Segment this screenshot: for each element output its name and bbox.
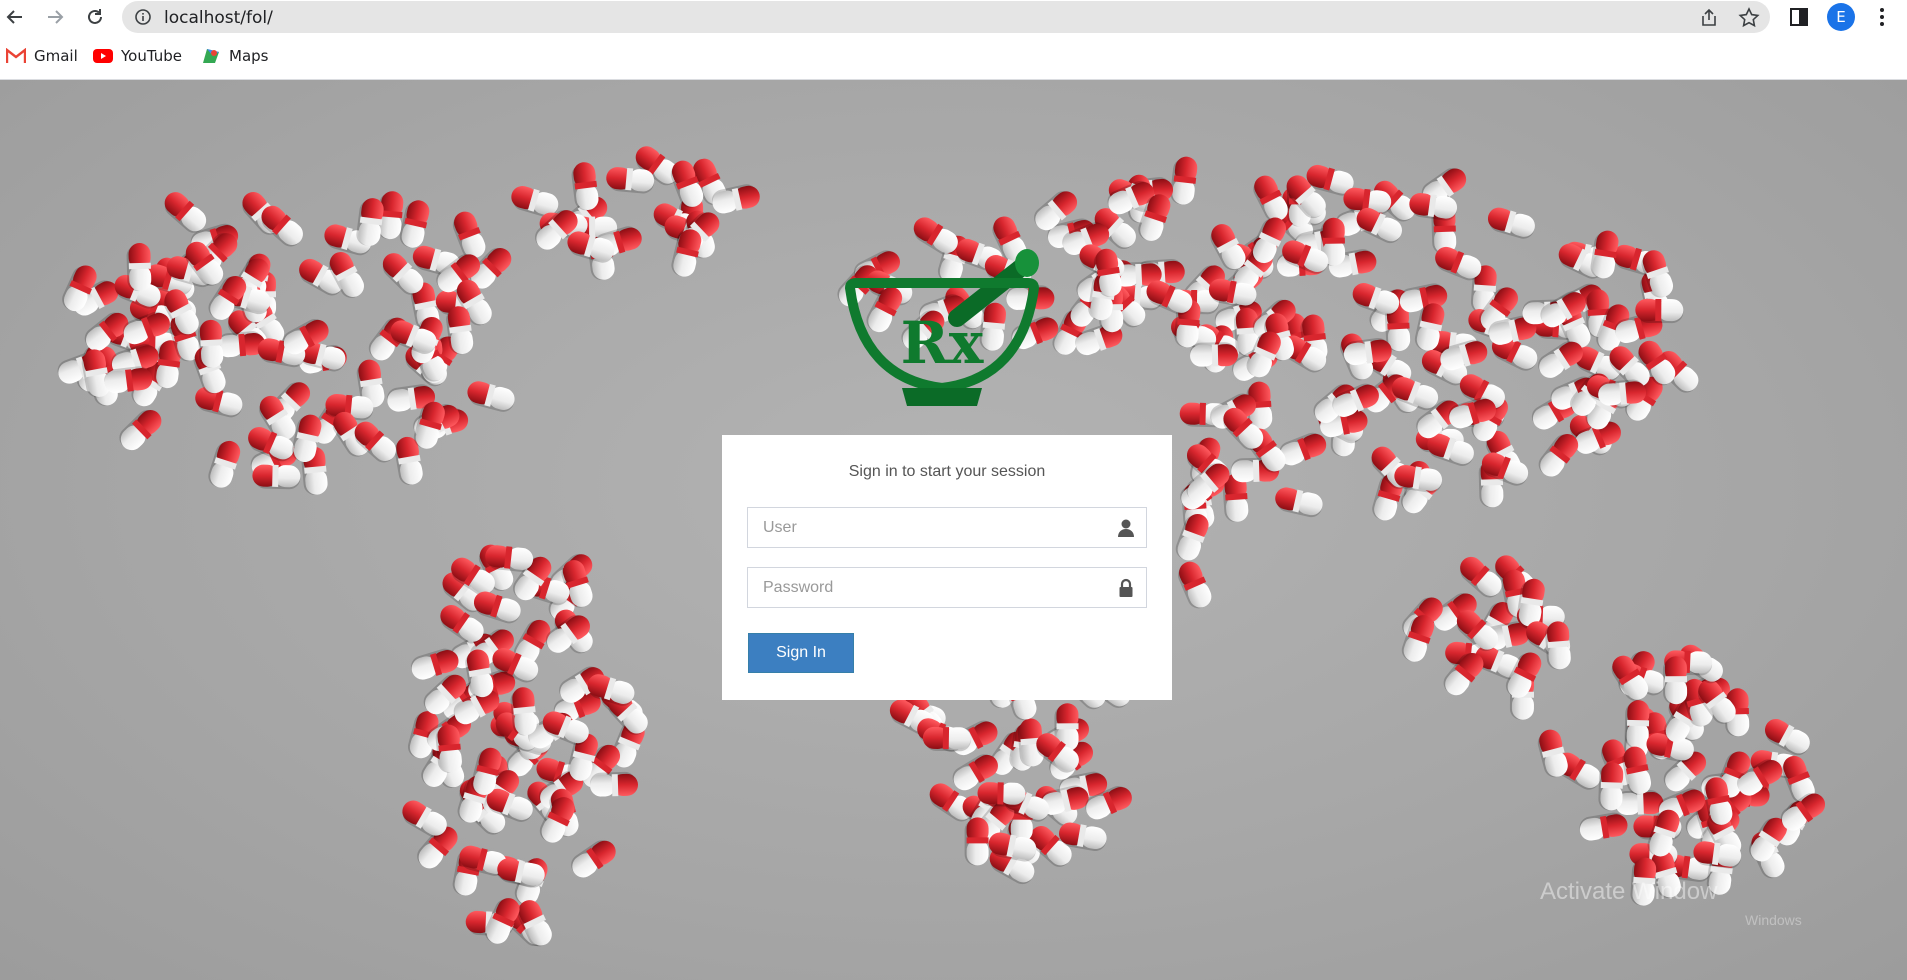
pill-capsule [217,331,266,358]
mortar-pestle-rx-logo: Rx [844,249,1040,406]
password-input[interactable] [748,568,1103,607]
back-arrow-icon [6,10,22,24]
pill-capsule [1545,621,1571,670]
pill-capsule [1409,193,1458,221]
activate-windows-subtext: Windows [1745,912,1802,928]
pill-capsule [1487,207,1535,239]
forward-button[interactable] [40,2,70,32]
pill-capsule [1598,762,1624,811]
pill-capsule [252,464,301,490]
login-page: Rx Sign in to start your session Sign In… [0,80,1907,980]
pill-capsule [1401,615,1435,662]
pill-capsule [922,726,971,752]
pill-capsule [119,409,162,451]
pill-capsule [1275,487,1323,518]
pill-capsule [197,319,224,368]
reload-button[interactable] [80,2,110,32]
pill-capsule [1435,246,1482,281]
user-icon [1118,519,1134,537]
sign-in-button[interactable]: Sign In [748,633,854,673]
side-panel-icon[interactable] [1787,5,1811,29]
pill-capsule [977,782,1026,807]
bookmark-youtube[interactable]: YouTube [93,44,182,68]
lock-icon [1119,578,1133,597]
password-field [747,567,1147,608]
pill-capsule [1597,379,1647,406]
share-icon[interactable] [1698,7,1720,29]
pill-capsule [964,817,989,866]
browser-toolbar: localhost/fol/ E [0,0,1907,34]
bookmark-gmail[interactable]: Gmail [6,44,78,68]
site-info-icon[interactable] [134,8,152,26]
user-field [747,507,1147,548]
login-box: Sign in to start your session Sign In [722,435,1172,700]
forward-arrow-icon [48,10,64,24]
bookmarks-bar: Gmail YouTube Maps [0,34,1907,80]
back-button[interactable] [0,2,30,32]
activate-windows-watermark: Activate Window [1540,878,1718,905]
pill-capsule [208,440,241,488]
youtube-icon [93,49,113,63]
pill-capsule [589,771,638,797]
rx-text: Rx [901,309,984,377]
bookmark-maps[interactable]: Maps [201,44,268,68]
login-box-message: Sign in to start your session [848,463,1046,480]
pill-capsule [1590,230,1619,279]
more-menu-icon[interactable] [1870,5,1894,29]
bookmark-label: Maps [229,47,269,65]
pill-capsule [1170,156,1198,205]
pill-capsule [1175,513,1209,561]
bookmark-label: YouTube [121,47,182,65]
pill-capsule [452,211,486,259]
pill-capsule [1579,812,1628,841]
address-bar[interactable]: localhost/fol/ [122,1,1770,33]
pill-capsule [571,840,616,878]
gmail-icon [6,48,26,63]
bookmark-star-icon[interactable] [1738,7,1760,29]
pill-capsule [1189,342,1238,367]
pill-capsule [1624,700,1650,749]
pill-capsule [1662,656,1688,705]
pill-capsule [1177,561,1212,609]
pill-capsule [467,381,515,412]
url-text: localhost/fol/ [164,8,273,28]
bookmark-label: Gmail [34,47,78,65]
pill-capsule [1635,298,1684,324]
pill-capsule [356,198,384,246]
maps-icon [203,49,219,63]
pill-capsule [126,243,152,292]
pill-capsule [571,162,599,211]
reload-icon [88,9,102,24]
user-input[interactable] [748,508,1103,547]
profile-avatar[interactable]: E [1827,3,1855,31]
